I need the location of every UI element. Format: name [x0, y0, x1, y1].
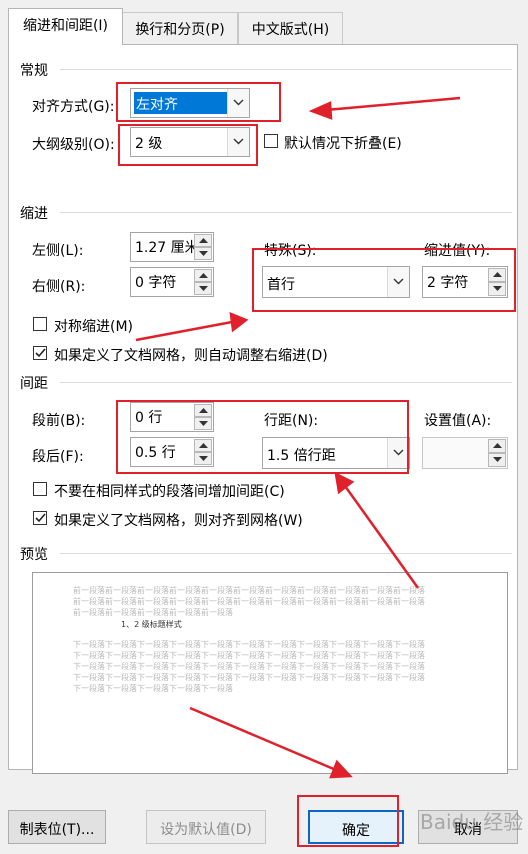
- annotation-arrow: [325, 96, 461, 112]
- tab-indents-spacing[interactable]: 缩进和间距(I): [8, 8, 123, 45]
- annotation-arrows: [135, 96, 461, 779]
- arrow-head-icon: [329, 759, 353, 779]
- tab-label: 缩进和间距(I): [22, 18, 109, 34]
- annotation-arrow: [135, 320, 233, 342]
- arrow-head-icon: [308, 101, 333, 120]
- annotation-arrow: [343, 485, 420, 589]
- arrow-head-icon: [334, 471, 355, 495]
- arrow-head-icon: [229, 312, 249, 333]
- annotation-arrow: [189, 706, 337, 772]
- watermark-logo: Baidu 经验: [420, 810, 524, 834]
